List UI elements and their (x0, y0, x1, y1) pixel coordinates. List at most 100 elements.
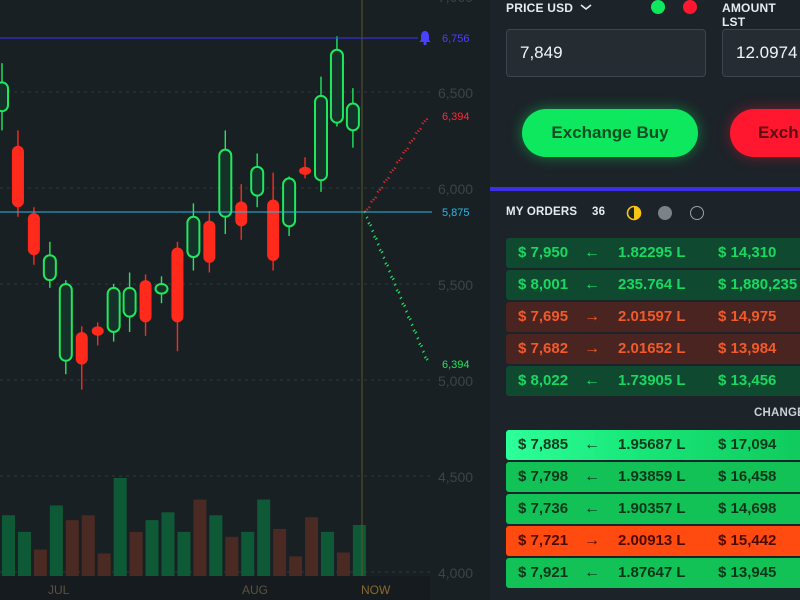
direction-arrow-icon: → (584, 308, 600, 325)
sell-projection-dash (417, 129, 420, 133)
candle-up[interactable] (314, 94, 328, 182)
candle-up[interactable] (106, 286, 121, 333)
half-moon-filter-icon[interactable] (626, 205, 642, 221)
volume-bar (257, 499, 271, 576)
buy-projection-dash (388, 269, 392, 273)
candle-up[interactable] (345, 102, 360, 132)
buy-projection-dash (367, 221, 371, 225)
candlestick-chart[interactable]: 4,000 4,500 5,000 5,500 6,000 6,500 7,000 6,75… (0, 0, 490, 600)
exchange-sell-button[interactable]: Exch (730, 109, 800, 157)
direction-arrow-icon: → (584, 532, 600, 549)
exchange-buy-button[interactable]: Exchange Buy (522, 109, 698, 157)
order-amount: 1.82295 L (618, 244, 686, 261)
volume-bar (145, 520, 159, 576)
sell-indicator-dot[interactable] (683, 0, 697, 14)
volume-bar (193, 499, 207, 576)
candle-up[interactable] (329, 48, 344, 124)
sell-projection-dash (410, 139, 414, 142)
buy-projection-dash (405, 310, 408, 313)
price-chart-panel[interactable]: 4,000 4,500 5,000 5,500 6,000 6,500 7,000 6,75… (0, 0, 490, 600)
chevron-down-icon[interactable] (580, 3, 592, 11)
sell-projection-dash (414, 131, 418, 135)
exchange-row[interactable]: $ 7,798 ← 1.93859 L $ 16,458 (506, 462, 800, 492)
candle-down[interactable] (203, 220, 216, 263)
candle-up[interactable] (218, 148, 233, 218)
order-amount: 1.87647 L (618, 564, 686, 581)
volume-bar (305, 517, 319, 576)
bell-icon[interactable] (419, 31, 431, 46)
grey-filter-dot[interactable] (658, 206, 672, 220)
exchange-row[interactable]: $ 7,721 → 2.00913 L $ 15,442 (506, 526, 800, 556)
buy-indicator-dot[interactable] (651, 0, 665, 14)
exchange-row[interactable]: $ 7,736 ← 1.90357 L $ 14,698 (506, 494, 800, 524)
order-amount: 1.90357 L (618, 500, 686, 517)
sell-projection-dash (423, 120, 427, 123)
order-price: $ 7,885 (518, 436, 569, 453)
candle-down[interactable] (235, 201, 248, 227)
my-order-row[interactable]: $ 8,022 ← 1.73905 L $ 13,456 (506, 366, 800, 396)
candle-up[interactable] (42, 254, 57, 282)
empty-filter-circle[interactable] (690, 206, 704, 220)
buy-projection-dash (369, 223, 373, 227)
buy-projection-dash (410, 323, 414, 327)
candle-down[interactable] (171, 247, 184, 323)
order-total: $ 16,458 (718, 468, 777, 485)
exchange-row[interactable]: $ 7,885 ← 1.95687 L $ 17,094 (506, 430, 800, 460)
candle-down[interactable] (11, 145, 24, 208)
candle-down[interactable] (299, 166, 312, 175)
buy-projection-dash (412, 329, 416, 332)
buy-projection-dash (386, 264, 390, 267)
sell-projection-dash (404, 149, 408, 152)
buy-projection-dash (425, 358, 429, 361)
volume-bar (321, 531, 334, 576)
candle-up[interactable] (186, 215, 201, 259)
current-price-label: 5,875 (442, 207, 470, 219)
price-label: PRICE USD (506, 1, 574, 15)
candle-up[interactable] (154, 283, 169, 295)
direction-arrow-icon: → (584, 340, 600, 357)
order-price: $ 7,921 (518, 564, 569, 581)
order-total: $ 13,984 (718, 340, 777, 357)
sell-projection-dash (425, 117, 429, 121)
order-amount: 1.73905 L (618, 372, 686, 389)
exchange-row[interactable]: $ 7,921 ← 1.87647 L $ 13,945 (506, 558, 800, 588)
direction-arrow-icon: ← (584, 276, 600, 293)
buy-projection-dash (376, 243, 380, 246)
my-order-row[interactable]: $ 8,001 ← 235.764 L $ 1,880,235 (506, 270, 800, 300)
my-order-row[interactable]: $ 7,682 → 2.01652 L $ 13,984 (506, 334, 800, 364)
volume-bar (289, 556, 303, 576)
volume-bar (161, 512, 175, 576)
candle-up[interactable] (282, 177, 297, 228)
candle-down[interactable] (27, 212, 40, 256)
candle-up[interactable] (250, 165, 265, 197)
amount-input[interactable]: 12.0974 (722, 29, 800, 77)
price-input[interactable]: 7,849 (506, 29, 706, 77)
sell-projection-dash (370, 200, 373, 203)
my-orders-count: 36 (592, 206, 606, 218)
candle-down[interactable] (91, 326, 104, 336)
candle-down[interactable] (139, 280, 152, 323)
order-total: $ 1,880,235 (718, 276, 798, 293)
sell-projection-dash (399, 157, 403, 160)
sell-projection-dash (367, 206, 371, 209)
x-label-aug: AUG (242, 583, 268, 597)
order-price: $ 7,798 (518, 468, 569, 485)
buy-projection-dash (403, 304, 407, 308)
my-order-row[interactable]: $ 7,950 ← 1.82295 L $ 14,310 (506, 238, 800, 268)
candle-up[interactable] (58, 283, 73, 362)
sell-projection-dash (376, 190, 380, 194)
buy-projection-dash (382, 256, 386, 260)
volume-bar (336, 552, 350, 576)
volume-bar (81, 515, 95, 576)
x-label-now: NOW (361, 583, 391, 597)
my-order-row[interactable]: $ 7,695 → 2.01597 L $ 14,975 (506, 302, 800, 332)
candle-down[interactable] (75, 332, 88, 365)
candle-up[interactable] (0, 81, 9, 113)
order-amount: 2.01652 L (618, 340, 686, 357)
buy-projection-dash (395, 288, 399, 292)
candle-up[interactable] (122, 286, 137, 318)
candle-down[interactable] (267, 199, 280, 261)
sell-projection-dash (365, 208, 369, 211)
order-price: $ 8,001 (518, 276, 569, 293)
order-price: $ 7,682 (518, 340, 569, 357)
